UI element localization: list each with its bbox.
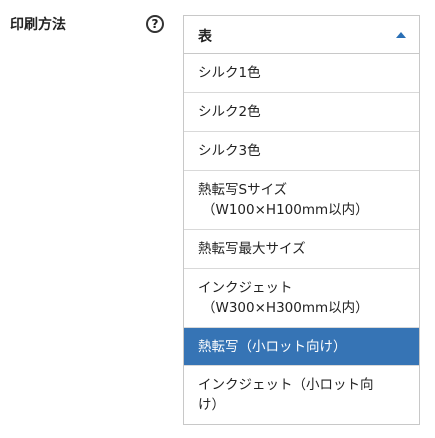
- option-inkjet-small-lot[interactable]: インクジェット（小ロット向 け）: [184, 366, 419, 424]
- option-label: インクジェット: [198, 280, 293, 296]
- print-method-select[interactable]: 表 シルク1色 シルク2色 シルク3色 熱転写Sサイズ （W100×H100mm…: [183, 15, 420, 425]
- select-value: 表: [198, 29, 212, 45]
- option-inkjet[interactable]: インクジェット （W300×H300mm以内）: [184, 269, 419, 328]
- option-label-continued: け）: [198, 397, 225, 413]
- option-silk-3-color[interactable]: シルク3色: [184, 132, 419, 171]
- option-label: 熱転写最大サイズ: [198, 241, 306, 257]
- option-sublabel: （W100×H100mm以内）: [202, 202, 369, 218]
- option-silk-1-color[interactable]: シルク1色: [184, 54, 419, 93]
- option-heat-transfer-s[interactable]: 熱転写Sサイズ （W100×H100mm以内）: [184, 171, 419, 230]
- option-sublabel: （W300×H300mm以内）: [202, 300, 369, 316]
- field-label-print-method: 印刷方法: [10, 17, 66, 33]
- option-label: 熱転写（小ロット向け）: [198, 338, 347, 355]
- option-label: シルク2色: [198, 104, 261, 120]
- select-options-list: シルク1色 シルク2色 シルク3色 熱転写Sサイズ （W100×H100mm以内…: [184, 54, 419, 424]
- option-heat-transfer-max[interactable]: 熱転写最大サイズ: [184, 230, 419, 269]
- option-label: シルク1色: [198, 65, 261, 81]
- option-heat-transfer-small-lot[interactable]: 熱転写（小ロット向け）: [184, 328, 419, 366]
- help-icon[interactable]: ?: [146, 15, 164, 33]
- option-label: シルク3色: [198, 143, 261, 159]
- caret-up-icon[interactable]: [396, 32, 406, 38]
- option-label: 熱転写Sサイズ: [198, 182, 288, 198]
- option-silk-2-color[interactable]: シルク2色: [184, 93, 419, 132]
- select-current-value[interactable]: 表: [184, 16, 419, 54]
- option-label: インクジェット（小ロット向: [198, 377, 374, 393]
